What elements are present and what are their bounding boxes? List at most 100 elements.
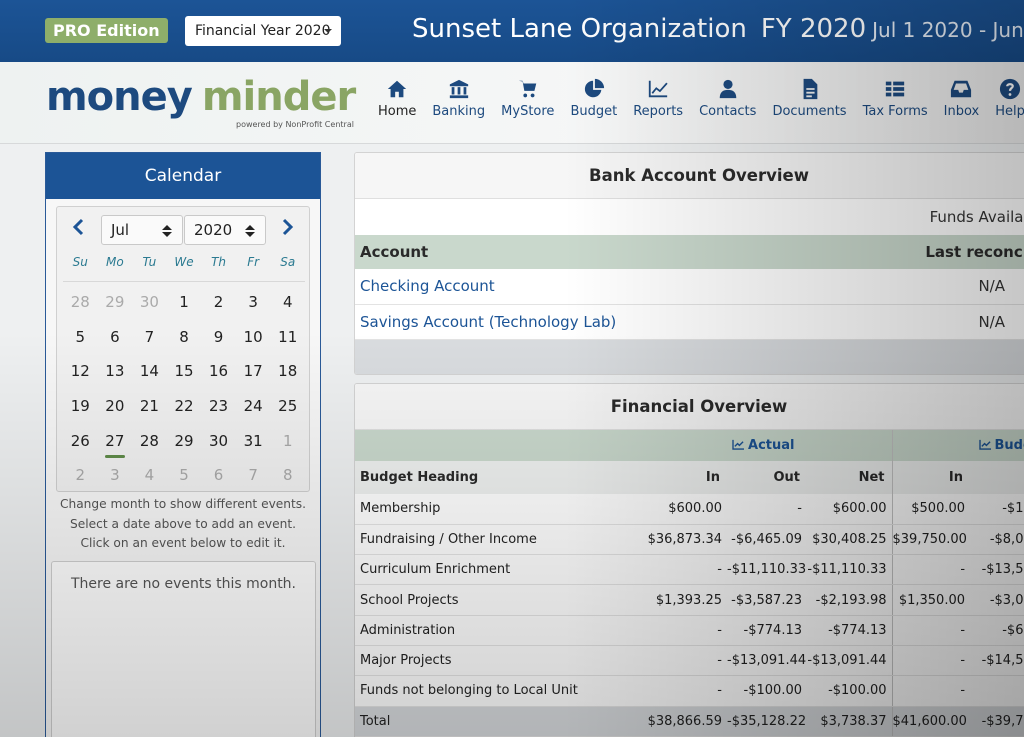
group-actual[interactable]: Actual [635, 430, 893, 461]
nav-reports-label: Reports [633, 104, 684, 119]
calendar-day[interactable]: 3 [236, 286, 271, 321]
calendar-day[interactable]: 9 [201, 321, 236, 356]
calendar-day[interactable]: 21 [132, 390, 167, 425]
amount-cell: -$11,110.33 [807, 554, 893, 586]
weekday-header: Su Mo Tu We Th Fr Sa [63, 255, 305, 269]
list-icon [885, 81, 905, 97]
amount-cell: - [892, 645, 971, 677]
amount-cell: -$774.13 [727, 615, 807, 646]
table-row: Major Projects - -$13,091.44 -$13,091.44- -$… [355, 645, 1024, 677]
calendar-day[interactable]: 29 [167, 425, 202, 460]
nav-inbox[interactable]: Inbox [936, 78, 988, 119]
home-icon [388, 80, 407, 98]
nav-banking[interactable]: Banking [424, 78, 493, 119]
nav-home[interactable]: Home [370, 78, 424, 119]
chevron-left-icon[interactable] [69, 217, 89, 237]
cart-icon [518, 80, 537, 98]
calendar-day[interactable]: 3 [98, 459, 133, 494]
table-row: Funds not belonging to Local Unit - -$100.… [355, 675, 1024, 707]
amount-cell: -$100.00 [807, 675, 893, 707]
calendar-day[interactable]: 8 [270, 459, 305, 494]
calendar-day[interactable]: 7 [132, 321, 167, 356]
calendar-day[interactable]: 18 [270, 355, 305, 390]
calendar-day[interactable]: 11 [270, 321, 305, 356]
calendar-day[interactable]: 13 [98, 355, 133, 390]
amount-cell: - [892, 554, 971, 586]
chevron-right-icon[interactable] [277, 217, 297, 237]
month-select[interactable]: Jul [101, 215, 183, 245]
calendar-day[interactable]: 28 [132, 425, 167, 460]
nav-contacts[interactable]: Contacts [691, 78, 764, 119]
year-select[interactable]: 2020 [184, 215, 266, 245]
logo-word-minder: minder [201, 74, 356, 120]
amount-cell: -$14,500 [970, 645, 1024, 677]
budget-heading-cell: Funds not belonging to Local Unit [355, 675, 635, 707]
calendar-day[interactable]: 16 [201, 355, 236, 390]
amount-cell: -$660 [970, 615, 1024, 646]
bank-table-footer [355, 339, 1024, 374]
table-row: Fundraising / Other Income $36,873.34 -$6,… [355, 524, 1024, 556]
calendar-day[interactable]: 24 [236, 390, 271, 425]
account-link-savings[interactable]: Savings Account (Technology Lab) [360, 313, 616, 331]
nav-tax-forms[interactable]: Tax Forms [855, 78, 936, 119]
fiscal-year-select[interactable]: Financial Year 2020 [185, 16, 341, 46]
calendar-day[interactable]: 28 [63, 286, 98, 321]
calendar-day[interactable]: 1 [270, 425, 305, 460]
calendar-day[interactable]: 5 [63, 321, 98, 356]
nav-budget[interactable]: Budget [562, 78, 625, 119]
fy-date-range: Jul 1 2020 - Jun 30 [872, 18, 1024, 42]
calendar-day[interactable]: 29 [98, 286, 133, 321]
calendar-day[interactable]: 23 [201, 390, 236, 425]
calendar-day[interactable]: 4 [132, 459, 167, 494]
top-bar: PRO Edition Financial Year 2020 Sunset L… [0, 0, 1024, 62]
weekday-label: Mo [106, 255, 124, 269]
calendar-day[interactable]: 22 [167, 390, 202, 425]
calendar-day[interactable]: 14 [132, 355, 167, 390]
calendar-day[interactable]: 25 [270, 390, 305, 425]
calendar-day[interactable]: 1 [167, 286, 202, 321]
financial-table: Actual Budg Budget Heading In Out Net In… [355, 430, 1024, 737]
calendar-day[interactable]: 20 [98, 390, 133, 425]
calendar-day[interactable]: 30 [132, 286, 167, 321]
calendar-day[interactable]: 7 [236, 459, 271, 494]
calendar-day[interactable]: 6 [201, 459, 236, 494]
calendar-day[interactable]: 4 [270, 286, 305, 321]
amount-cell: - [635, 615, 727, 646]
nav-help[interactable]: Help [987, 78, 1024, 119]
calendar-day-today[interactable]: 27 [98, 425, 133, 460]
calendar-day[interactable]: 19 [63, 390, 98, 425]
nav-home-label: Home [378, 104, 417, 119]
calendar-day[interactable]: 10 [236, 321, 271, 356]
nav-mystore[interactable]: MyStore [493, 78, 562, 119]
bank-icon [449, 79, 468, 99]
calendar-day[interactable]: 5 [167, 459, 202, 494]
calendar-day[interactable]: 31 [236, 425, 271, 460]
amount-cell: - [727, 494, 807, 525]
group-actual-label: Actual [748, 438, 795, 453]
calendar-day[interactable]: 8 [167, 321, 202, 356]
fy-label: FY 2020 [760, 14, 867, 44]
col-budget-out: C [970, 461, 1024, 494]
calendar-day[interactable]: 30 [201, 425, 236, 460]
money-minder-logo[interactable]: money minder powered by NonProfit Central [46, 72, 356, 136]
last-reconciled-value: N/A [823, 304, 1024, 340]
calendar-day[interactable]: 12 [63, 355, 98, 390]
calendar-day[interactable]: 2 [201, 286, 236, 321]
nav-contacts-label: Contacts [699, 104, 757, 119]
amount-cell: -$11,110.33 [727, 554, 807, 586]
calendar-day[interactable]: 17 [236, 355, 271, 390]
nav-reports[interactable]: Reports [625, 78, 691, 119]
calendar-day[interactable]: 2 [63, 459, 98, 494]
amount-cell: $36,873.34 [635, 524, 727, 556]
weekday-label: Th [211, 255, 227, 269]
last-reconciled-value: N/A [823, 269, 1024, 305]
account-link-checking[interactable]: Checking Account [360, 277, 495, 295]
group-budget[interactable]: Budg [892, 430, 1024, 461]
calendar-day[interactable]: 26 [63, 425, 98, 460]
total-label: Total [355, 706, 635, 737]
no-events-message: There are no events this month. [70, 576, 297, 592]
nav-documents[interactable]: Documents [764, 78, 854, 119]
calendar-day[interactable]: 6 [98, 321, 133, 356]
amount-cell: $500.00 [892, 494, 971, 525]
calendar-day[interactable]: 15 [167, 355, 202, 390]
